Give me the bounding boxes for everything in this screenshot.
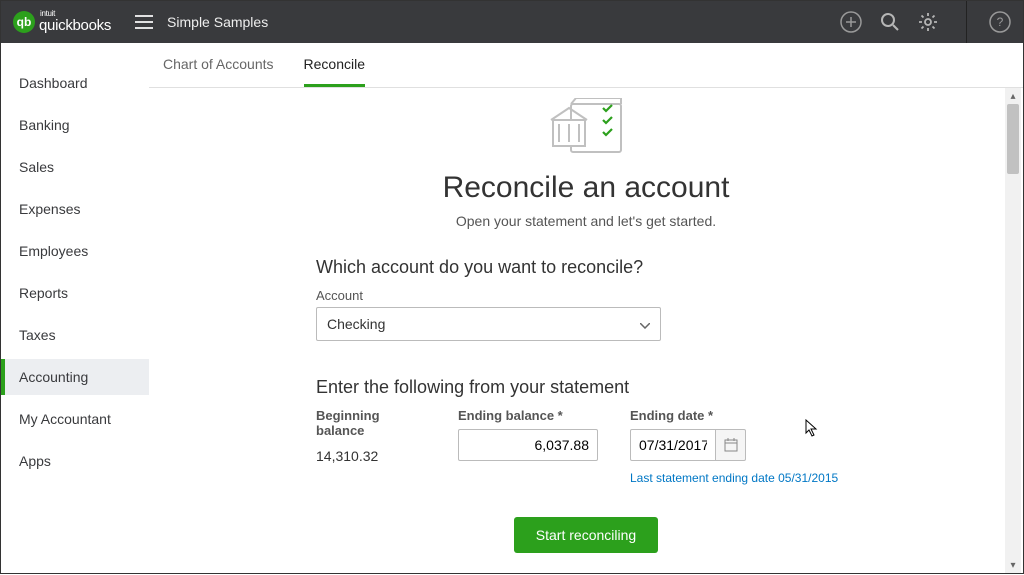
account-select-value: Checking	[327, 316, 385, 332]
page-subtitle: Open your statement and let's get starte…	[189, 213, 983, 229]
help-icon[interactable]: ?	[989, 11, 1011, 33]
create-icon[interactable]	[840, 11, 862, 33]
tab-bar: Chart of Accounts Reconcile	[149, 43, 1023, 88]
last-statement-link[interactable]: Last statement ending date 05/31/2015	[630, 471, 838, 485]
sidebar-item-taxes[interactable]: Taxes	[1, 317, 149, 353]
scroll-up-arrow-icon[interactable]: ▴	[1005, 88, 1021, 104]
ending-date-label: Ending date *	[630, 408, 838, 423]
sidebar-item-my-accountant[interactable]: My Accountant	[1, 401, 149, 437]
scrollbar-thumb[interactable]	[1007, 104, 1019, 174]
reconcile-hero-icon	[541, 98, 631, 154]
page-title: Reconcile an account	[189, 171, 983, 205]
scroll-down-arrow-icon[interactable]: ▾	[1005, 557, 1021, 573]
sidebar-item-dashboard[interactable]: Dashboard	[1, 65, 149, 101]
gear-icon[interactable]	[918, 12, 938, 32]
sidebar-item-sales[interactable]: Sales	[1, 149, 149, 185]
main-content: Chart of Accounts Reconcile Reconcile an	[149, 43, 1023, 575]
sidebar-item-apps[interactable]: Apps	[1, 443, 149, 479]
account-select[interactable]: Checking	[316, 307, 661, 341]
sidebar-item-accounting[interactable]: Accounting	[1, 359, 149, 395]
brand-name: quickbooks	[39, 17, 111, 34]
vertical-scrollbar[interactable]: ▴ ▾	[1005, 88, 1021, 573]
sidebar-item-expenses[interactable]: Expenses	[1, 191, 149, 227]
account-question: Which account do you want to reconcile?	[316, 257, 856, 278]
search-icon[interactable]	[880, 12, 900, 32]
sidebar-item-banking[interactable]: Banking	[1, 107, 149, 143]
chevron-down-icon	[640, 316, 650, 332]
account-label: Account	[316, 288, 856, 303]
svg-text:?: ?	[997, 15, 1004, 29]
beginning-balance-label: Beginning balance	[316, 408, 426, 438]
hero: Reconcile an account Open your statement…	[189, 98, 983, 229]
ending-balance-input[interactable]	[458, 429, 598, 461]
ending-balance-label: Ending balance *	[458, 408, 598, 423]
start-reconciling-button[interactable]: Start reconciling	[514, 517, 658, 553]
brand-logo: qb intuit quickbooks	[13, 11, 111, 34]
sidebar-nav: Dashboard Banking Sales Expenses Employe…	[1, 43, 149, 575]
hamburger-menu-icon[interactable]	[135, 15, 153, 29]
beginning-balance-value: 14,310.32	[316, 448, 426, 464]
calendar-icon[interactable]	[716, 429, 746, 461]
top-bar: qb intuit quickbooks Simple Samples ?	[1, 1, 1023, 43]
statement-heading: Enter the following from your statement	[316, 377, 856, 398]
company-name: Simple Samples	[167, 14, 268, 30]
sidebar-item-reports[interactable]: Reports	[1, 275, 149, 311]
tab-reconcile[interactable]: Reconcile	[304, 56, 365, 87]
tab-chart-of-accounts[interactable]: Chart of Accounts	[163, 56, 274, 87]
sidebar-item-employees[interactable]: Employees	[1, 233, 149, 269]
topbar-actions: ?	[840, 1, 1011, 43]
ending-date-input[interactable]	[630, 429, 716, 461]
qb-logo-icon: qb	[13, 11, 35, 33]
